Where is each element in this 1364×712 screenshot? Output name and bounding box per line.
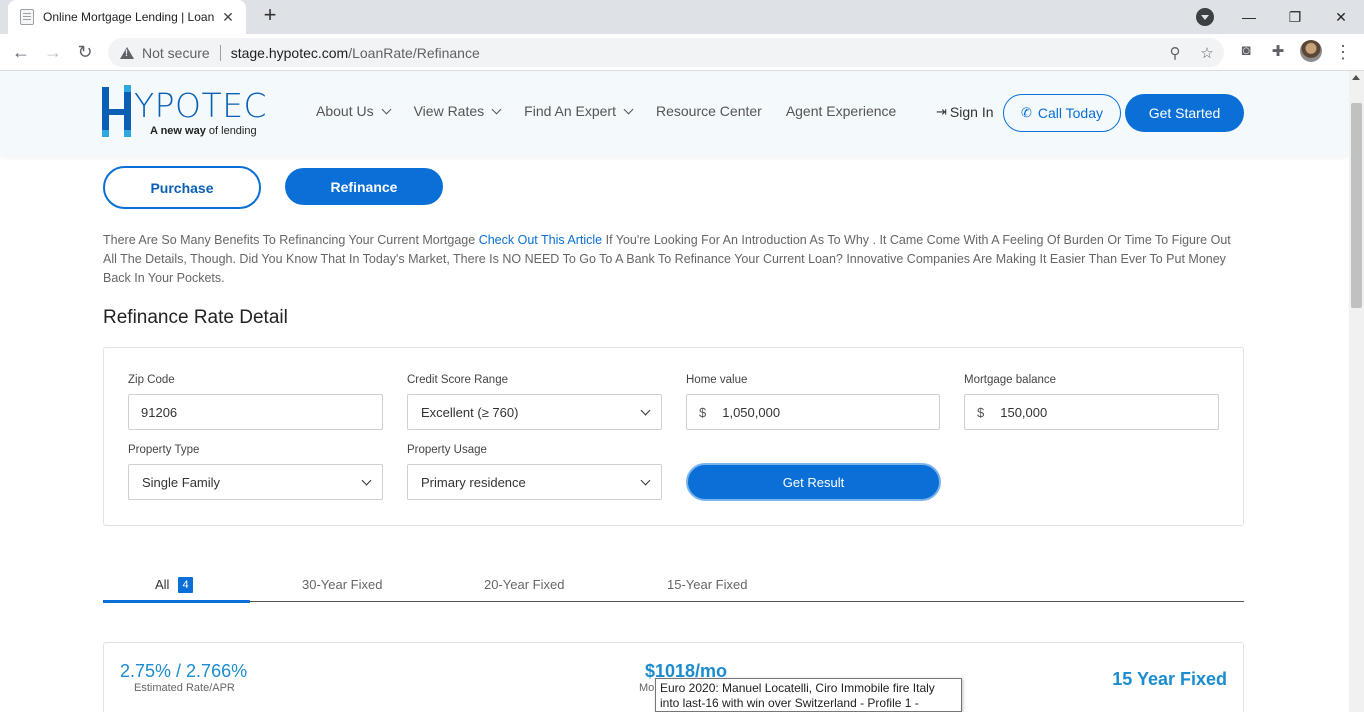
taskbar-tooltip: Euro 2020: Manuel Locatelli, Ciro Immobi… (655, 678, 962, 712)
active-tab-indicator (103, 600, 250, 603)
get-result-button[interactable]: Get Result (686, 463, 941, 501)
refinance-toggle-button[interactable]: Refinance (285, 168, 443, 205)
tab-all[interactable]: All 4 (155, 571, 193, 602)
scroll-up-arrow-icon[interactable] (1352, 75, 1360, 80)
security-status[interactable]: Not secure (142, 45, 210, 61)
camera-icon[interactable]: ◙ (1236, 42, 1256, 59)
nav-resource-center[interactable]: Resource Center (656, 103, 762, 119)
home-value-input[interactable]: $1,050,000 (686, 394, 940, 430)
page-viewport: YPOTEC A new way of lending About Us Vie… (0, 71, 1349, 712)
address-divider (219, 44, 221, 61)
back-arrow-icon[interactable]: ← (9, 40, 33, 64)
monthly-payment-label: Mo (639, 682, 655, 694)
sign-in-link[interactable]: ⇥ Sign In (936, 104, 994, 120)
phone-icon: ✆ (1020, 105, 1032, 120)
credit-score-label: Credit Score Range (407, 374, 508, 386)
get-started-button[interactable]: Get Started (1125, 94, 1244, 132)
nav-view-rates[interactable]: View Rates (414, 103, 502, 119)
logo-wordmark: YPOTEC (134, 86, 268, 125)
property-type-label: Property Type (128, 444, 200, 456)
tab-close-icon[interactable]: ✕ (220, 9, 236, 26)
restore-icon[interactable]: ❐ (1272, 0, 1318, 34)
nav-agent-experience[interactable]: Agent Experience (786, 103, 897, 119)
property-usage-label: Property Usage (407, 444, 487, 456)
tab-search-icon[interactable] (1196, 8, 1214, 26)
rate-apr-label: Estimated Rate/APR (134, 682, 235, 694)
call-today-button[interactable]: ✆ Call Today (1003, 94, 1121, 132)
chevron-down-icon (491, 104, 502, 114)
home-value-label: Home value (686, 374, 748, 386)
rate-form: Zip Code 91206 Credit Score Range Excell… (103, 347, 1244, 526)
tab-15-year-fixed[interactable]: 15-Year Fixed (667, 571, 747, 602)
chevron-down-icon (623, 104, 634, 114)
bookmark-star-icon[interactable]: ☆ (1198, 44, 1216, 62)
section-title: Refinance Rate Detail (103, 307, 288, 328)
zoom-icon[interactable]: ⚲ (1166, 44, 1184, 62)
count-badge: 4 (178, 577, 193, 593)
intro-paragraph: There Are So Many Benefits To Refinancin… (103, 233, 1231, 285)
forward-arrow-icon[interactable]: → (41, 40, 65, 64)
logo-tagline: A new way of lending (150, 125, 257, 137)
reload-icon[interactable]: ↻ (73, 40, 97, 64)
logo-h-mark (102, 85, 132, 137)
window-close-icon[interactable]: ✕ (1318, 0, 1364, 34)
extensions-puzzle-icon[interactable]: ✚ (1268, 42, 1288, 60)
nav-find-an-expert[interactable]: Find An Expert (524, 103, 634, 119)
chevron-down-icon (361, 475, 372, 486)
article-link[interactable]: Check Out This Article (479, 233, 602, 247)
tab-20-year-fixed[interactable]: 20-Year Fixed (484, 571, 564, 602)
browser-menu-icon[interactable]: ⋮ (1334, 40, 1352, 64)
dollar-icon: $ (977, 404, 985, 420)
rate-apr-value: 2.75% / 2.766% (120, 661, 248, 681)
sign-in-icon: ⇥ (936, 104, 947, 119)
browser-toolbar: ← → ↻ Not secure stage.hypotec.com/LoanR… (0, 34, 1364, 71)
chevron-down-icon (381, 104, 392, 114)
property-usage-select[interactable]: Primary residence (407, 464, 662, 500)
purchase-toggle-button[interactable]: Purchase (103, 166, 261, 209)
nav-about-us[interactable]: About Us (316, 103, 392, 119)
mortgage-balance-input[interactable]: $150,000 (964, 394, 1219, 430)
page-favicon-icon (20, 9, 34, 25)
minimize-icon[interactable]: — (1226, 0, 1272, 34)
new-tab-plus-icon[interactable]: + (258, 4, 282, 28)
zip-label: Zip Code (128, 374, 175, 386)
credit-score-select[interactable]: Excellent (≥ 760) (407, 394, 662, 430)
warning-icon[interactable] (120, 46, 134, 59)
site-header: YPOTEC A new way of lending About Us Vie… (0, 71, 1349, 155)
mortgage-balance-label: Mortgage balance (964, 374, 1057, 386)
main-nav: About Us View Rates Find An Expert Resou… (316, 103, 920, 119)
profile-avatar[interactable] (1300, 40, 1322, 62)
scrollbar-thumb[interactable] (1351, 103, 1362, 308)
url-path[interactable]: /LoanRate/Refinance (348, 45, 480, 61)
tab-30-year-fixed[interactable]: 30-Year Fixed (302, 571, 382, 602)
zip-code-input[interactable]: 91206 (128, 394, 383, 430)
chevron-down-icon (640, 405, 651, 416)
address-bar[interactable]: Not secure stage.hypotec.com/LoanRate/Re… (108, 38, 1224, 67)
property-type-select[interactable]: Single Family (128, 464, 383, 500)
tab-title: Online Mortgage Lending | Loan (43, 10, 215, 24)
page-scrollbar[interactable] (1349, 71, 1364, 712)
result-tabs: All 4 30-Year Fixed 20-Year Fixed 15-Year… (103, 571, 1244, 603)
loan-term: 15 Year Fixed (1112, 669, 1227, 689)
chevron-down-icon (640, 475, 651, 486)
dollar-icon: $ (699, 404, 707, 420)
browser-tab-strip: Online Mortgage Lending | Loan ✕ + — ❐ ✕ (0, 0, 1364, 34)
hypotec-logo[interactable]: YPOTEC A new way of lending (102, 85, 274, 141)
url-host[interactable]: stage.hypotec.com (231, 45, 349, 61)
browser-tab[interactable]: Online Mortgage Lending | Loan ✕ (8, 0, 246, 34)
